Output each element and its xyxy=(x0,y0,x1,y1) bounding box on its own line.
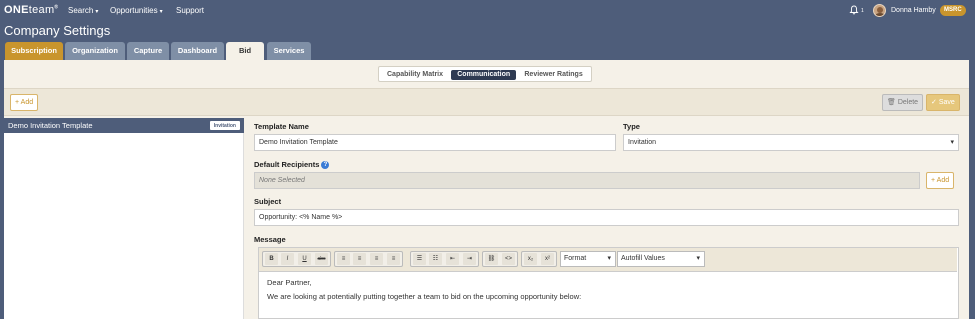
settings-panel: Capability Matrix Communication Reviewer… xyxy=(4,60,969,319)
subject-label: Subject xyxy=(254,197,282,206)
sub-tabs: Capability Matrix Communication Reviewer… xyxy=(378,66,592,82)
bell-icon[interactable] xyxy=(849,5,859,15)
notification-count: 1 xyxy=(861,8,864,14)
action-toolbar: + Add 🗑 Delete ✓ Save xyxy=(4,88,969,116)
chevron-down-icon: ▾ xyxy=(607,255,611,262)
default-recipients-label: Default Recipients? xyxy=(254,160,330,169)
user-name[interactable]: Donna Hamby xyxy=(891,7,936,14)
tab-dashboard[interactable]: Dashboard xyxy=(171,42,224,60)
tab-services[interactable]: Services xyxy=(267,42,311,60)
numbered-list-icon[interactable]: ☷ xyxy=(429,253,442,265)
align-center-icon[interactable]: ≡ xyxy=(353,253,366,265)
autofill-select[interactable]: Autofill Values ▾ xyxy=(617,251,705,267)
editor-toolbar: B I U abc ≡ ≡ ≡ ≡ ☰ ☷ ⇤ ⇥ ⛓ <> x₂ x² For… xyxy=(259,248,957,272)
template-name-label: Template Name xyxy=(254,122,309,131)
format-select[interactable]: Format ▾ xyxy=(560,251,616,267)
align-right-icon[interactable]: ≡ xyxy=(370,253,383,265)
italic-button[interactable]: I xyxy=(281,253,294,265)
tab-organization[interactable]: Organization xyxy=(65,42,125,60)
subscript-button[interactable]: x₂ xyxy=(524,253,537,265)
message-editor: B I U abc ≡ ≡ ≡ ≡ ☰ ☷ ⇤ ⇥ ⛓ <> x₂ x² For… xyxy=(258,247,959,319)
recipients-field: None Selected xyxy=(254,172,920,189)
align-justify-icon[interactable]: ≡ xyxy=(387,253,400,265)
add-template-button[interactable]: + Add xyxy=(10,94,39,111)
avatar[interactable] xyxy=(873,4,886,17)
help-icon[interactable]: ? xyxy=(321,161,330,169)
subtab-communication[interactable]: Communication xyxy=(451,70,517,80)
nav-search[interactable]: Search ▾ xyxy=(68,6,98,15)
org-badge[interactable]: MSRC xyxy=(940,5,966,16)
align-left-icon[interactable]: ≡ xyxy=(337,253,350,265)
editor-body[interactable]: Dear Partner, We are looking at potentia… xyxy=(267,278,581,306)
add-recipient-button[interactable]: + Add xyxy=(926,172,955,189)
strikethrough-button[interactable]: abc xyxy=(315,253,328,265)
type-select[interactable]: Invitation ▾ xyxy=(623,134,959,151)
nav-support[interactable]: Support xyxy=(176,6,204,15)
underline-button[interactable]: U xyxy=(298,253,311,265)
bullet-list-icon[interactable]: ☰ xyxy=(413,253,426,265)
tab-subscription[interactable]: Subscription xyxy=(5,42,63,60)
save-button[interactable]: ✓ Save xyxy=(926,94,960,111)
brand-logo[interactable]: ONEteam® xyxy=(4,4,58,16)
tab-bid[interactable]: Bid xyxy=(226,42,264,60)
type-badge: Invitation xyxy=(209,121,240,130)
template-name-input[interactable]: Demo Invitation Template xyxy=(254,134,616,151)
nav-opportunities[interactable]: Opportunities ▾ xyxy=(110,6,163,15)
template-list: Demo Invitation Template Invitation xyxy=(4,118,244,319)
delete-button[interactable]: 🗑 Delete xyxy=(882,94,924,111)
subtab-capability-matrix[interactable]: Capability Matrix xyxy=(381,70,449,80)
superscript-button[interactable]: x² xyxy=(541,253,554,265)
subtab-reviewer-ratings[interactable]: Reviewer Ratings xyxy=(518,70,588,80)
chevron-down-icon: ▾ xyxy=(950,139,954,146)
list-item[interactable]: Demo Invitation Template Invitation xyxy=(4,118,244,133)
message-line: We are looking at potentially putting to… xyxy=(267,292,582,301)
check-icon: ✓ xyxy=(931,99,937,106)
bold-button[interactable]: B xyxy=(265,253,278,265)
page-title: Company Settings xyxy=(4,23,111,38)
tab-capture[interactable]: Capture xyxy=(127,42,169,60)
link-icon[interactable]: ⛓ xyxy=(485,253,498,265)
top-navbar: ONEteam® Search ▾ Opportunities ▾ Support … xyxy=(0,0,975,21)
template-name: Demo Invitation Template xyxy=(8,121,93,130)
chevron-down-icon: ▾ xyxy=(95,9,99,15)
code-icon[interactable]: <> xyxy=(502,253,515,265)
subject-input[interactable]: Opportunity: <% Name %> xyxy=(254,209,959,226)
trash-icon: 🗑 xyxy=(887,99,896,106)
outdent-icon[interactable]: ⇤ xyxy=(446,253,459,265)
message-label: Message xyxy=(254,235,286,244)
message-line: Dear Partner, xyxy=(267,278,312,287)
type-label: Type xyxy=(623,122,640,131)
indent-icon[interactable]: ⇥ xyxy=(463,253,476,265)
chevron-down-icon: ▾ xyxy=(159,9,163,15)
chevron-down-icon: ▾ xyxy=(696,255,700,262)
